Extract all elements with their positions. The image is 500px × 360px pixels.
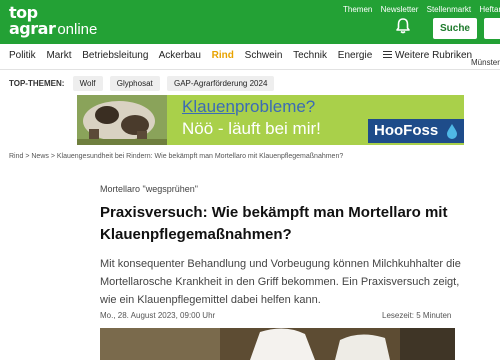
article-lead: Mit konsequenter Behandlung und Vorbeugu…	[100, 258, 461, 306]
nav-item-ackerbau[interactable]: Ackerbau	[159, 50, 201, 61]
nav-item-more[interactable]: Weitere Rubriken	[383, 50, 472, 61]
top-themes: TOP-THEMEN: Wolf Glyphosat GAP-Agrarförd…	[9, 76, 279, 91]
nav-item-politik[interactable]: Politik	[9, 50, 36, 61]
region-selector[interactable]: Münster	[471, 58, 500, 67]
link-newsletter[interactable]: Newsletter	[381, 5, 419, 14]
link-heftarchiv[interactable]: Heftarchiv	[479, 5, 500, 14]
nav-item-schwein[interactable]: Schwein	[245, 50, 283, 61]
article-hero-image	[100, 328, 455, 360]
article-read-time: Lesezeit: 5 Minuten	[382, 311, 452, 320]
main-nav: Politik Markt Betriebsleitung Ackerbau R…	[9, 50, 480, 61]
link-themen[interactable]: Themen	[343, 5, 372, 14]
cow-hoof-image	[77, 95, 167, 145]
theme-chip-gap[interactable]: GAP-Agrarförderung 2024	[167, 76, 275, 91]
article-headline: Praxisversuch: Wie bekämpft man Mortella…	[100, 204, 448, 243]
top-links: Themen Newsletter Stellenmarkt Heftarchi…	[343, 5, 500, 14]
drop-icon	[447, 124, 457, 139]
breadcrumb[interactable]: Rind > News > Klauengesundheit bei Rinde…	[9, 153, 343, 160]
ad-headline: Klauenprobleme?	[182, 97, 315, 117]
search-button[interactable]: Suche	[433, 18, 477, 39]
nav-more-label: Weitere Rubriken	[395, 50, 473, 61]
nav-item-markt[interactable]: Markt	[46, 50, 71, 61]
ad-banner[interactable]: Klauenprobleme? Nöö - läuft bei mir! Hoo…	[77, 95, 464, 145]
link-stellenmarkt[interactable]: Stellenmarkt	[427, 5, 471, 14]
nav-divider	[0, 69, 500, 70]
theme-chip-wolf[interactable]: Wolf	[72, 76, 103, 91]
theme-chip-glyphosat[interactable]: Glyphosat	[109, 76, 160, 91]
hero-photo	[100, 328, 455, 360]
article-date: Mo., 28. August 2023, 09:00 Uhr	[100, 311, 216, 320]
nav-item-betriebsleitung[interactable]: Betriebsleitung	[82, 50, 148, 61]
site-header: top agrar online Themen Newsletter Stelle…	[0, 0, 500, 44]
ad-headline-underlined: Klauen	[182, 97, 235, 116]
menu-button[interactable]	[484, 18, 500, 39]
logo-suffix: online	[57, 21, 98, 38]
nav-item-technik[interactable]: Technik	[293, 50, 327, 61]
bell-icon[interactable]	[394, 17, 412, 35]
hamburger-icon	[383, 51, 393, 58]
ad-headline-rest: probleme?	[234, 97, 316, 116]
ad-subline: Nöö - läuft bei mir!	[182, 119, 321, 138]
top-themes-label: TOP-THEMEN:	[9, 79, 65, 88]
site-logo[interactable]: top agrar online	[9, 5, 97, 38]
logo-main: agrar	[9, 19, 56, 38]
nav-item-rind[interactable]: Rind	[212, 50, 234, 61]
article-kicker: Mortellaro "wegsprühen"	[100, 184, 198, 194]
nav-item-energie[interactable]: Energie	[338, 50, 372, 61]
